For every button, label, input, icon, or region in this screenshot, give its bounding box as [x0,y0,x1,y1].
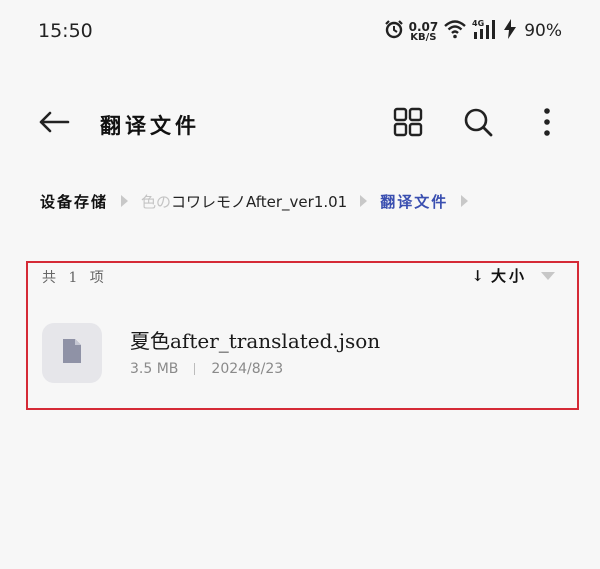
page-title: 翻译文件 [100,113,200,138]
back-button[interactable] [34,106,74,142]
breadcrumb-folder-label: コワレモノAfter_ver1.01 [171,192,348,211]
back-arrow-icon [38,110,70,138]
status-icons: 0.07 KB/S 4G 90% [384,18,562,44]
breadcrumb-root[interactable]: 设备存储 [40,191,108,212]
file-list-panel: 共 1 项 ↓ 大小 夏色after_translated.json 3.5 M… [26,261,579,410]
file-meta: 3.5 MB 2024/8/23 [130,361,283,377]
more-icon [543,107,551,141]
file-thumbnail [42,323,102,383]
signal-4g-icon: 4G [472,18,498,44]
alarm-icon [384,19,404,43]
chevron-right-icon [461,195,469,207]
wifi-icon [443,19,467,43]
more-options-button[interactable] [527,104,567,144]
grid-view-icon [393,107,423,141]
item-count: 共 1 项 [42,270,108,286]
sort-label: 大小 [490,267,527,285]
search-button[interactable] [458,104,498,144]
file-size: 3.5 MB [130,361,179,377]
search-icon [463,107,493,141]
meta-divider [194,363,196,375]
grid-view-button[interactable] [388,104,428,144]
breadcrumb-folder-faded-part: 色の [141,192,172,211]
breadcrumb-folder[interactable]: 色のコワレモノAfter_ver1.01 [141,191,347,212]
sort-control[interactable]: ↓ 大小 [471,265,555,286]
breadcrumb-current[interactable]: 翻译文件 [380,191,448,212]
file-icon [61,337,83,369]
file-manager-screen: 15:50 0.07 KB/S 4G 90% 翻译文件 设备存储 色のコワレモノ… [0,0,600,569]
breadcrumb: 设备存储 色のコワレモノAfter_ver1.01 翻译文件 [40,188,481,214]
net-speed: 0.07 KB/S [408,19,439,43]
status-time: 15:50 [38,20,93,42]
svg-text:4G: 4G [472,19,484,28]
chevron-right-icon [121,195,129,207]
toolbar: 翻译文件 [0,96,600,152]
status-bar: 15:50 0.07 KB/S 4G 90% [0,0,600,64]
file-name: 夏色after_translated.json [130,329,381,353]
file-list-item[interactable]: 夏色after_translated.json 3.5 MB 2024/8/23 [40,319,560,383]
battery-level: 90% [524,21,562,41]
chevron-right-icon [360,195,368,207]
charging-icon [503,19,517,43]
sort-arrow-icon: ↓ [471,266,487,285]
file-date: 2024/8/23 [211,361,284,377]
dropdown-triangle-icon [541,271,555,280]
